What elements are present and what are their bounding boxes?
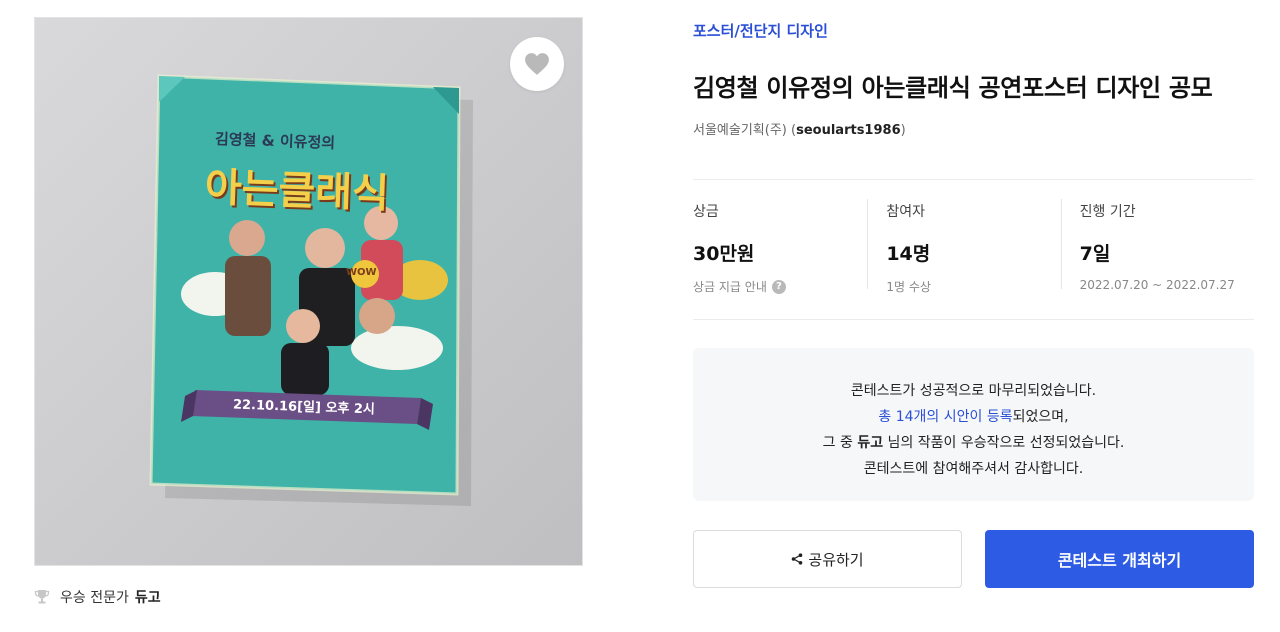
stat-prize-value: 30만원 <box>693 243 755 265</box>
notice-line-2: 총 14개의 시안이 등록되었으며, <box>693 404 1254 430</box>
notice-line-3: 그 중 듀고 님의 작품이 우승작으로 선정되었습니다. <box>693 430 1254 456</box>
stat-participants: 참여자 14명 1명 수상 <box>867 180 1060 319</box>
trophy-icon <box>34 589 50 605</box>
stat-period: 진행 기간 7일 2022.07.20 ~ 2022.07.27 <box>1060 180 1254 319</box>
question-icon[interactable]: ? <box>771 279 786 294</box>
poster-top-line: 김영철 & 이유정의 <box>214 129 336 153</box>
winner-info: 우승 전문가 듀고 <box>34 587 161 607</box>
host-info: 서울예술기획(주) (seoularts1986) <box>693 119 906 138</box>
stat-prize: 상금 30만원 상금 지급 안내 ? <box>693 180 867 319</box>
stat-participants-sub: 1명 수상 <box>886 280 931 294</box>
winner-prefix: 우승 전문가 <box>60 590 129 606</box>
contest-result-notice: 콘테스트가 성공적으로 마무리되었습니다. 총 14개의 시안이 등록되었으며,… <box>693 348 1254 501</box>
poster-main-title: 아는클래식 <box>204 164 390 218</box>
heart-icon <box>525 53 549 75</box>
like-button[interactable] <box>510 37 564 91</box>
host-contest-button[interactable]: 콘테스트 개최하기 <box>985 530 1254 588</box>
notice-line-4: 콘테스트에 참여해주셔서 감사합니다. <box>863 461 1084 477</box>
stat-participants-value: 14명 <box>886 243 931 265</box>
host-user-id[interactable]: seoularts1986 <box>796 123 901 138</box>
share-icon <box>791 553 803 565</box>
notice-line-3-pre: 그 중 <box>822 435 858 451</box>
host-company: 서울예술기획(주) <box>693 123 787 138</box>
stat-prize-label: 상금 <box>693 204 719 220</box>
share-button[interactable]: 공유하기 <box>693 530 962 588</box>
stat-period-sub: 2022.07.20 ~ 2022.07.27 <box>1079 278 1235 292</box>
share-button-label: 공유하기 <box>808 550 864 569</box>
poster-illustration <box>35 18 582 565</box>
notice-winner-name: 듀고 <box>857 435 884 451</box>
notice-line-2-rest: 되었으며, <box>1012 409 1069 425</box>
contest-stats: 상금 30만원 상금 지급 안내 ? 참여자 14명 1명 수상 진행 기간 7… <box>693 179 1254 320</box>
submissions-link[interactable]: 총 14개의 시안이 등록 <box>878 409 1012 425</box>
notice-line-3-post: 님의 작품이 우승작으로 선정되었습니다. <box>883 435 1125 451</box>
poster-wow-badge: WOW <box>346 267 377 278</box>
stat-participants-label: 참여자 <box>886 204 925 220</box>
stat-period-label: 진행 기간 <box>1079 204 1136 220</box>
host-close-paren: ) <box>900 123 906 138</box>
prize-info-link[interactable]: 상금 지급 안내 ? <box>693 278 867 295</box>
contest-title: 김영철 이유정의 아는클래식 공연포스터 디자인 공모 <box>693 74 1213 102</box>
notice-line-1: 콘테스트가 성공적으로 마무리되었습니다. <box>850 383 1097 399</box>
stat-prize-sub: 상금 지급 안내 <box>693 280 767 294</box>
host-contest-button-label: 콘테스트 개최하기 <box>1057 551 1182 570</box>
stat-period-value: 7일 <box>1079 243 1111 265</box>
contest-poster-image[interactable]: 김영철 & 이유정의 아는클래식 WOW 22.10.16[일] 오후 2시 <box>34 17 583 566</box>
winner-name[interactable]: 듀고 <box>135 587 161 607</box>
category-link[interactable]: 포스터/전단지 디자인 <box>693 20 828 41</box>
